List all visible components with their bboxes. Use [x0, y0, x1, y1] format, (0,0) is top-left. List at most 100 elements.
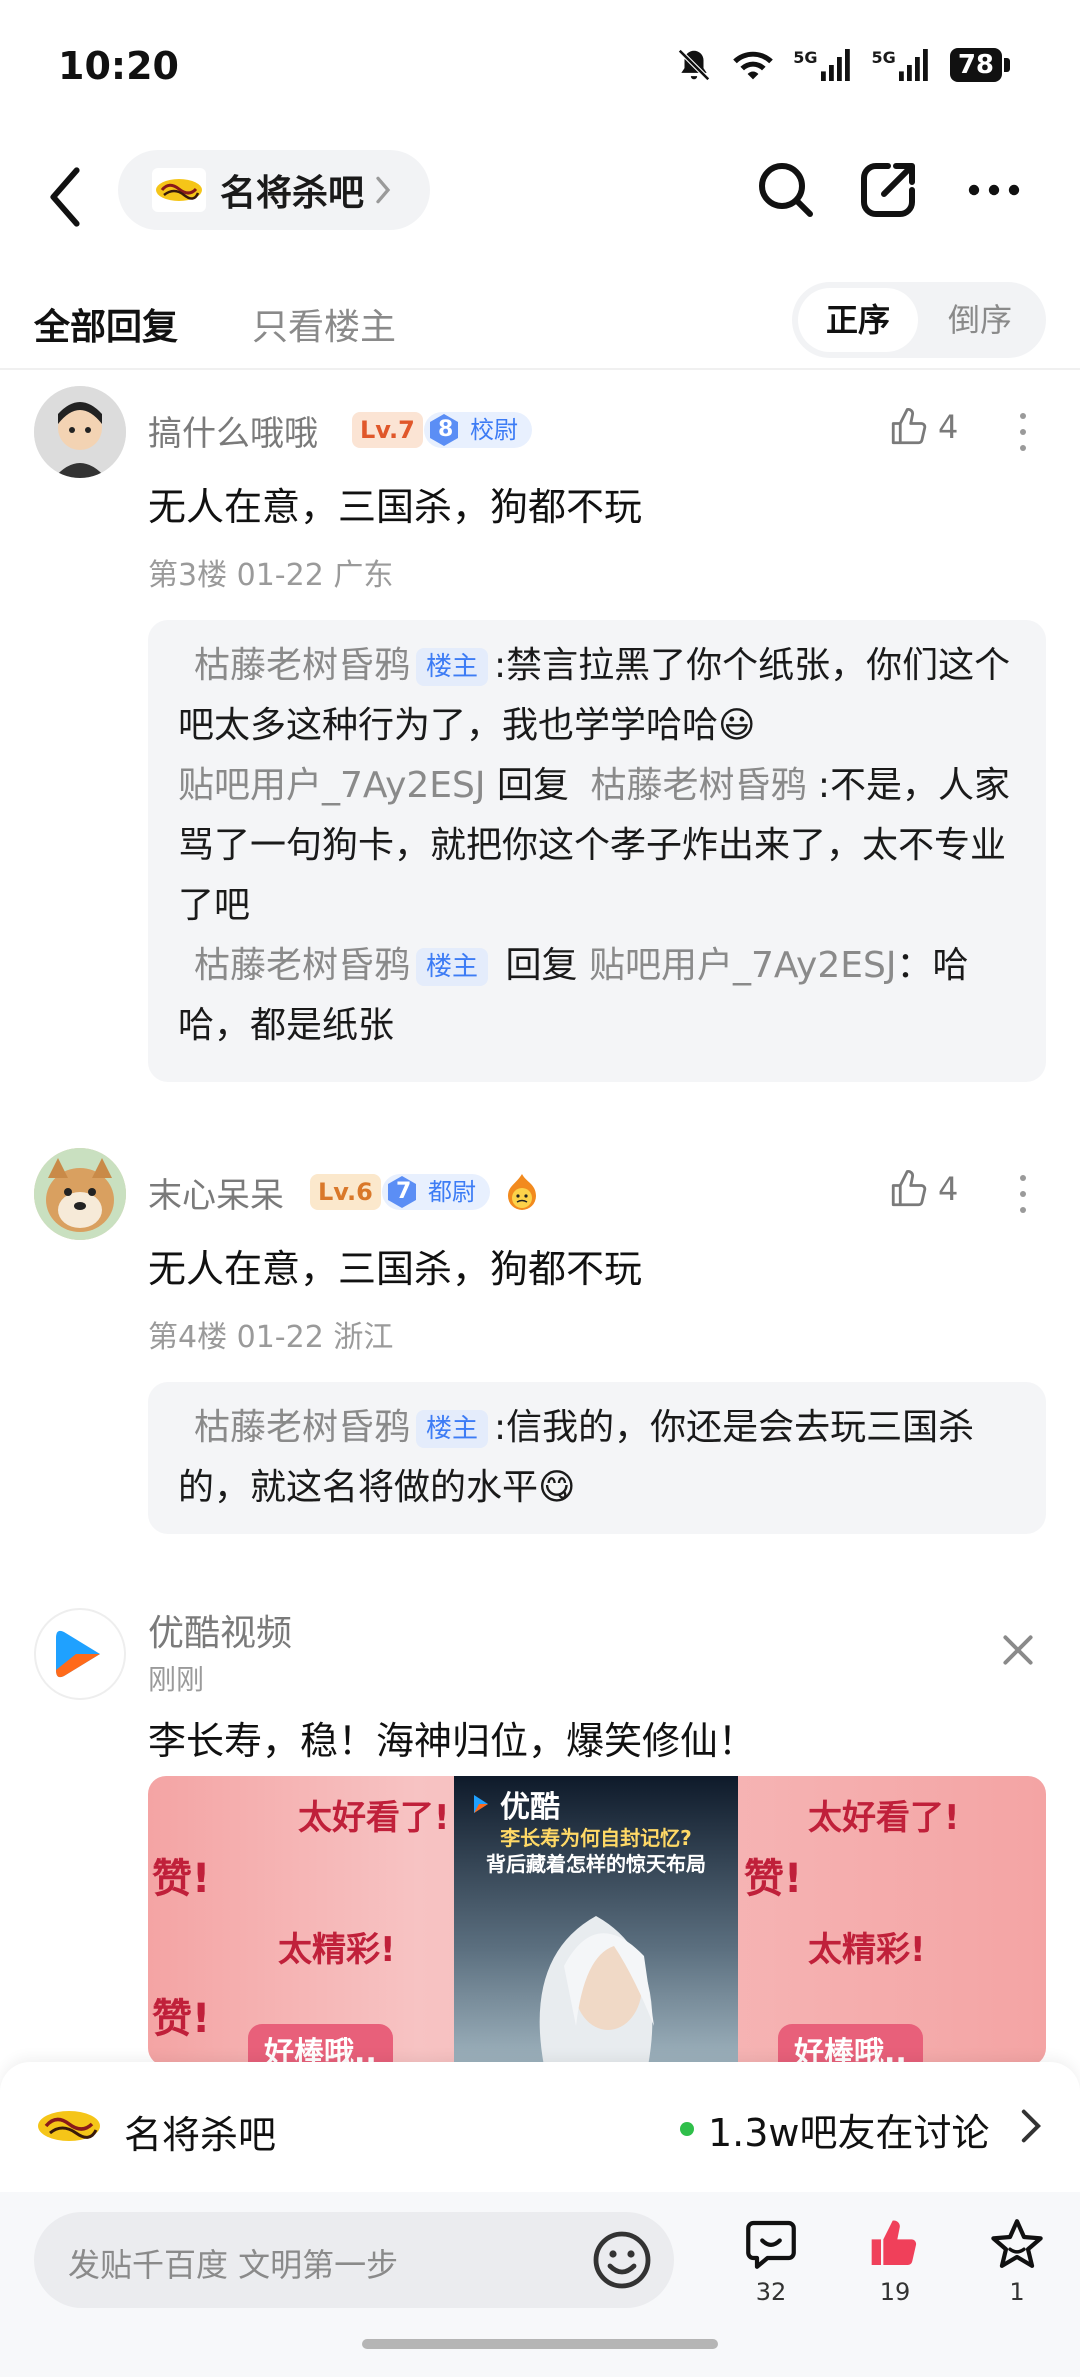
sub-reply: 枯藤老树昏鸦 楼主:信我的，你还是会去玩三国杀的，就这名将做的水平😋 [178, 1398, 1016, 1518]
username[interactable]: 末心呆呆 [148, 1168, 284, 1217]
like-count: 4 [938, 1170, 959, 1208]
post-content: 无人在意，三国杀，狗都不玩 [148, 1247, 643, 1291]
ad-source[interactable]: 优酷视频 [148, 1604, 292, 1656]
post-meta: 第3楼 01-22 广东 [148, 558, 394, 593]
sub-reply: 贴吧用户_7Ay2ESJ 回复 枯藤老树昏鸦 :不是，人家骂了一句狗卡，就把你这… [178, 756, 1016, 936]
sort-order-toggle: 正序 倒序 [792, 282, 1046, 358]
battery-level: 78 [949, 48, 1002, 82]
like-count: 4 [938, 408, 959, 446]
reply-tabs: 全部回复 只看楼主 正序 倒序 [0, 270, 1080, 370]
ad-video-thumbnail[interactable]: 太好看了! 赞! 太精彩! 赞! 好棒哦.. 优酷 李长寿为何自封记忆? 背后藏… [148, 1776, 1046, 2066]
bottom-action-bar: 发贴千百度 文明第一步 32 19 1 [0, 2192, 1080, 2377]
chevron-right-icon [1021, 2109, 1042, 2143]
forum-logo-icon [38, 2111, 100, 2141]
sticker: 赞! [744, 1856, 803, 1902]
signal-bars-icon [820, 49, 850, 81]
owner-badge: 楼主 [416, 948, 489, 986]
comment-icon [746, 2220, 796, 2269]
reply-author[interactable]: 枯藤老树昏鸦 [194, 945, 410, 986]
avatar[interactable] [34, 1148, 126, 1240]
reply-word: 回复 [496, 765, 569, 806]
reply-author[interactable]: 枯藤老树昏鸦 [194, 1407, 410, 1448]
reply-author[interactable]: 枯藤老树昏鸦 [194, 645, 410, 686]
cell-signal-1: 5G [793, 48, 853, 81]
home-indicator[interactable] [362, 2339, 718, 2349]
forum-logo [152, 168, 206, 212]
reply-target[interactable]: 贴吧用户_7Ay2ESJ [589, 945, 897, 986]
status-bar: 10:20 5G 5G 78 [0, 0, 1080, 140]
tab-owner-only[interactable]: 只看楼主 [252, 298, 396, 350]
reply-author[interactable]: 贴吧用户_7Ay2ESJ [178, 765, 486, 806]
like-count: 19 [879, 2278, 911, 2306]
video-frame: 优酷 李长寿为何自封记忆? 背后藏着怎样的惊天布局 [454, 1776, 738, 2066]
forum-logo-icon [156, 179, 202, 201]
reply-input-placeholder: 发贴千百度 文明第一步 [68, 2246, 399, 2284]
forum-bar-name: 名将杀吧 [124, 2113, 277, 2157]
forum-bar[interactable]: 名将杀吧 1.3w吧友在讨论 [0, 2062, 1080, 2192]
share-icon[interactable] [856, 158, 920, 222]
mute-bell-icon [678, 49, 711, 81]
online-count: 1.3w吧友在讨论 [708, 2111, 990, 2155]
comment-count: 32 [755, 2278, 787, 2306]
status-icons: 5G 5G 78 [675, 46, 1010, 84]
youku-logo-icon [56, 1630, 100, 1678]
fire-face-emoji-icon [508, 1174, 536, 1210]
ad-caption: 背后藏着怎样的惊天布局 [486, 1852, 706, 1876]
star-icon [991, 2219, 1043, 2268]
ad-text: 李长寿，稳！海神归位，爆笑修仙！ [148, 1719, 757, 1763]
more-vertical-icon[interactable] [1018, 1174, 1028, 1214]
sticker: 赞! [152, 1996, 211, 2042]
online-dot [680, 2122, 694, 2136]
top-nav-bar: 名将杀吧 [0, 140, 1080, 270]
reply-word: 回复 [505, 945, 578, 986]
back-arrow-icon[interactable] [40, 162, 90, 232]
sub-replies[interactable]: 枯藤老树昏鸦 楼主:信我的，你还是会去玩三国杀的，就这名将做的水平😋 [148, 1382, 1046, 1534]
reply-target[interactable]: 枯藤老树昏鸦 [590, 765, 806, 806]
sticker: 太好看了! [298, 1798, 450, 1838]
wifi-icon [733, 51, 774, 80]
avatar[interactable] [34, 386, 126, 478]
advertiser-avatar[interactable] [34, 1608, 126, 1700]
thumbs-up-filled-icon [871, 2220, 917, 2266]
user-avatar-image [34, 386, 126, 478]
sub-reply: 枯藤老树昏鸦 楼主:禁言拉黑了你个纸张，你们这个吧太多这种行为了，我也学学哈哈😃 [178, 636, 1016, 756]
more-options-icon[interactable] [962, 158, 1026, 222]
sort-desc-button[interactable]: 倒序 [920, 288, 1040, 352]
more-vertical-icon[interactable] [1018, 412, 1028, 452]
reply-input[interactable]: 发贴千百度 文明第一步 [34, 2212, 674, 2308]
close-icon[interactable] [1000, 1632, 1036, 1668]
rank-number: 7 [396, 1179, 412, 1204]
favorite-count: 1 [1009, 2278, 1025, 2306]
rank-badge: 7 都尉 [382, 1174, 490, 1210]
sticker: 好棒哦.. [778, 2024, 923, 2066]
sticker: 赞! [152, 1856, 211, 1902]
like-button[interactable]: 4 [888, 1168, 958, 1210]
rank-title: 都尉 [428, 1178, 476, 1206]
favorite-button[interactable]: 1 [972, 2216, 1062, 2306]
sub-replies[interactable]: 枯藤老树昏鸦 楼主:禁言拉黑了你个纸张，你们这个吧太多这种行为了，我也学学哈哈😃 … [148, 620, 1046, 1082]
forum-entry-button[interactable]: 名将杀吧 [118, 150, 430, 230]
thumbs-up-icon [891, 1170, 927, 1207]
emoji-icon[interactable] [590, 2228, 654, 2292]
sort-asc-button[interactable]: 正序 [798, 288, 918, 352]
ad-time: 刚刚 [148, 1663, 205, 1696]
like-button[interactable]: 4 [888, 406, 958, 448]
level-badge: Lv.7 [352, 412, 423, 448]
sticker: 太好看了! [808, 1798, 960, 1838]
tab-all-replies[interactable]: 全部回复 [34, 298, 178, 350]
thumbs-up-icon [891, 408, 927, 445]
character-illustration [539, 1916, 654, 2066]
chevron-right-icon [376, 176, 391, 204]
youku-small-logo-icon [474, 1795, 488, 1813]
comment-button[interactable]: 32 [726, 2216, 816, 2306]
cell-signal-2: 5G [872, 48, 932, 81]
owner-badge: 楼主 [416, 648, 489, 686]
search-icon[interactable] [754, 158, 818, 222]
post-content: 无人在意，三国杀，狗都不玩 [148, 485, 643, 529]
rank-title: 校尉 [470, 416, 518, 444]
dog-avatar-image [34, 1148, 126, 1240]
forum-name: 名将杀吧 [220, 173, 365, 214]
like-post-button[interactable]: 19 [850, 2216, 940, 2306]
rank-badge: 8 校尉 [424, 412, 532, 448]
username[interactable]: 搞什么哦哦 [148, 406, 318, 455]
